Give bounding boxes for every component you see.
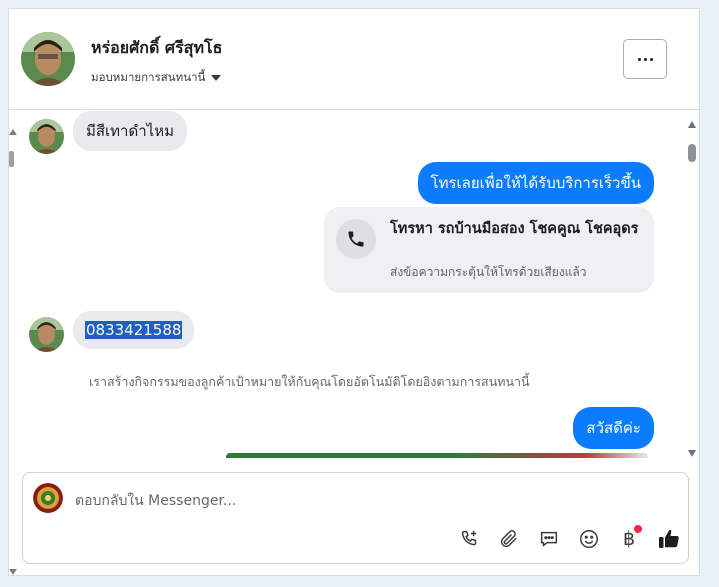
incoming-message[interactable]: มีสีเทาดำไหม bbox=[73, 111, 187, 151]
contact-avatar[interactable] bbox=[21, 32, 75, 86]
call-card-title: โทรหา รถบ้านมือสอง โชคคูณ โชคอุดร bbox=[390, 221, 639, 237]
scroll-down-arrow[interactable] bbox=[9, 569, 17, 575]
thread-scrollbar[interactable] bbox=[686, 121, 698, 457]
payment-baht-icon[interactable]: ฿ bbox=[615, 525, 643, 553]
call-add-icon[interactable] bbox=[455, 525, 483, 553]
scroll-thumb[interactable] bbox=[688, 144, 696, 162]
page-logo bbox=[33, 483, 63, 513]
incoming-message-phone[interactable]: 0833421588 bbox=[73, 311, 195, 349]
composer-toolbar: ฿ bbox=[455, 525, 683, 553]
more-options-button[interactable] bbox=[623, 39, 667, 79]
contact-avatar-small bbox=[29, 119, 64, 154]
contact-avatar-small bbox=[29, 317, 64, 352]
reply-input[interactable] bbox=[75, 491, 635, 511]
conversation-header: หร่อยศักดิ์ ศรีสุทโธ มอบหมายการสนทนานี้ bbox=[9, 9, 701, 110]
messenger-panel: หร่อยศักดิ์ ศรีสุทโธ มอบหมายการสนทนานี้ … bbox=[8, 8, 701, 576]
more-dots-icon bbox=[637, 57, 641, 61]
call-card-subtitle: ส่งข้อความกระตุ้นให้โทรด้วยเสียงแล้ว bbox=[390, 265, 587, 279]
baht-symbol: ฿ bbox=[622, 528, 636, 550]
contact-name[interactable]: หร่อยศักดิ์ ศรีสุทโธ bbox=[91, 36, 222, 61]
image-attachment-preview[interactable] bbox=[226, 453, 648, 463]
scroll-up-arrow[interactable] bbox=[688, 121, 696, 128]
reply-composer: ฿ bbox=[22, 472, 689, 564]
outgoing-message[interactable]: สวัสดีค่ะ bbox=[573, 407, 654, 449]
outgoing-message[interactable]: โทรเลยเพื่อให้ได้รับบริการเร็วขึ้น bbox=[417, 162, 654, 204]
chevron-down-icon bbox=[211, 75, 222, 81]
thumbs-up-icon[interactable] bbox=[655, 525, 683, 553]
saved-replies-icon[interactable] bbox=[535, 525, 563, 553]
message-thread: มีสีเทาดำไหม โทรเลยเพื่อให้ได้รับบริการเ… bbox=[9, 110, 701, 463]
system-note: เราสร้างกิจกรรมของลูกค้าเป้าหมายให้กับคุ… bbox=[89, 374, 530, 389]
paperclip-icon[interactable] bbox=[495, 525, 523, 553]
emoji-icon[interactable] bbox=[575, 525, 603, 553]
selected-phone-number[interactable]: 0833421588 bbox=[85, 321, 183, 339]
call-request-card[interactable]: โทรหา รถบ้านมือสอง โชคคูณ โชคอุดร ส่งข้อ… bbox=[324, 207, 654, 293]
phone-icon bbox=[336, 219, 376, 259]
assign-label: มอบหมายการสนทนานี้ bbox=[91, 70, 206, 84]
scroll-down-arrow[interactable] bbox=[688, 450, 696, 457]
assign-conversation-dropdown[interactable]: มอบหมายการสนทนานี้ bbox=[91, 69, 222, 87]
notification-dot bbox=[634, 525, 642, 533]
